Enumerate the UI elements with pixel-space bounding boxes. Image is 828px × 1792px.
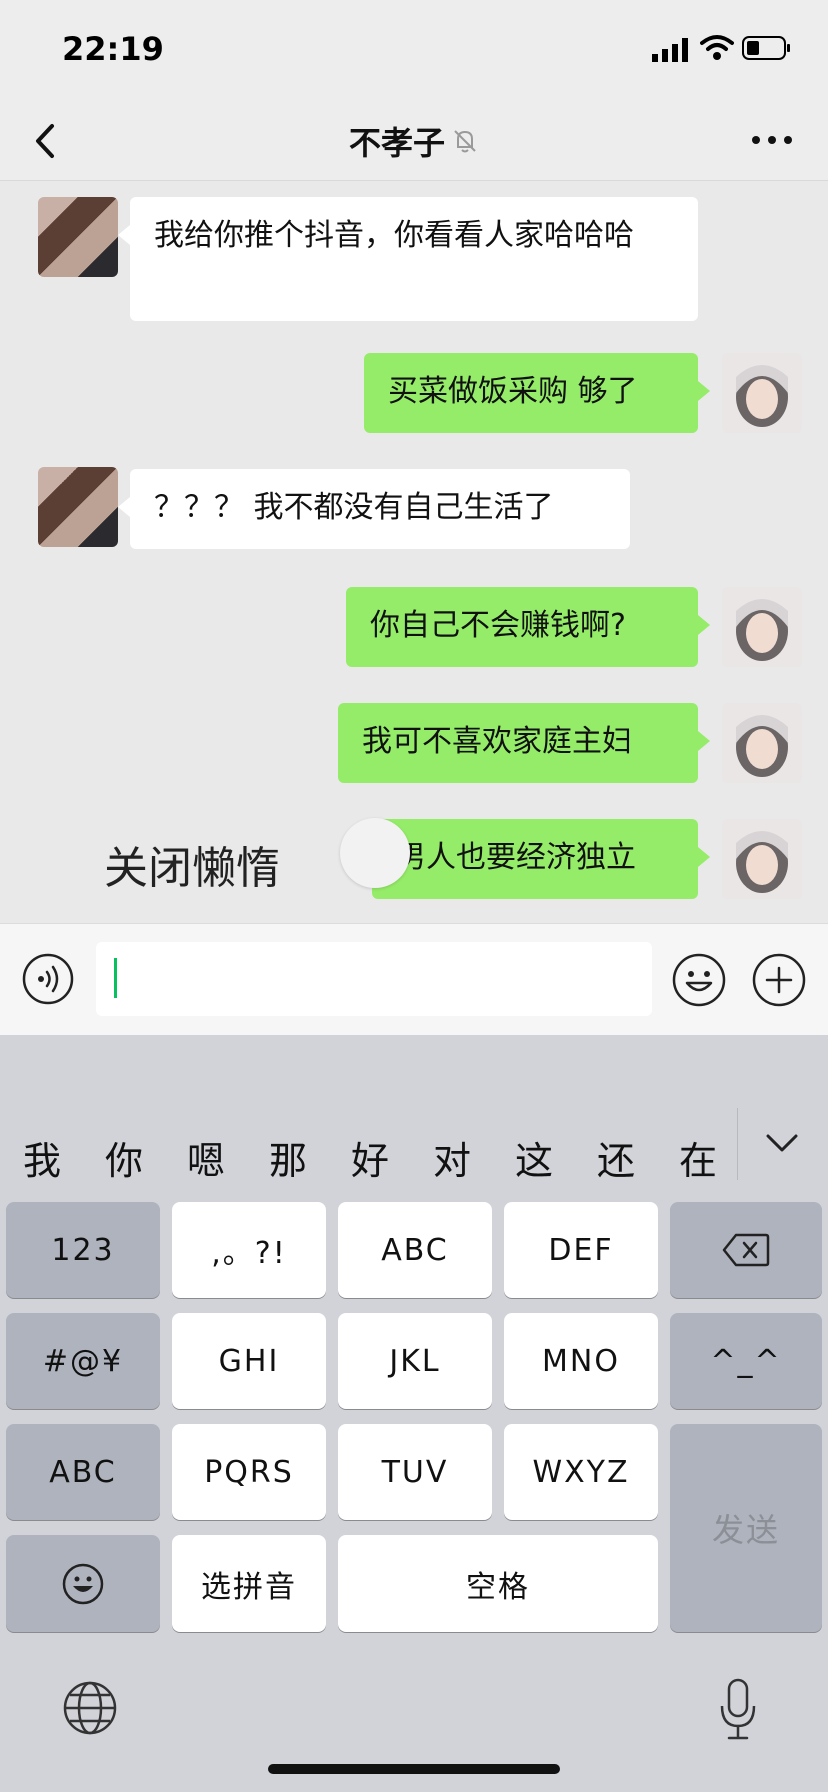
globe-icon[interactable] bbox=[62, 1680, 118, 1736]
key-abc-switch[interactable]: ABC bbox=[6, 1424, 160, 1520]
candidate-word[interactable]: 这 bbox=[504, 1130, 564, 1185]
key-abc[interactable]: ABC bbox=[338, 1202, 492, 1298]
key-backspace[interactable] bbox=[670, 1202, 822, 1298]
key-pqrs[interactable]: PQRS bbox=[172, 1424, 326, 1520]
wifi-icon bbox=[700, 35, 734, 60]
home-indicator bbox=[268, 1764, 560, 1774]
key-mno[interactable]: MNO bbox=[504, 1313, 658, 1409]
profile-photo-icon bbox=[722, 587, 802, 667]
my-avatar[interactable] bbox=[722, 353, 802, 433]
message-text: 男人也要经济独立 bbox=[396, 840, 636, 875]
message-text: 买菜做饭采购 够了 bbox=[388, 374, 638, 409]
chat-title-bar: 不孝子 bbox=[0, 118, 828, 164]
microphone-icon[interactable] bbox=[718, 1678, 758, 1742]
key-emoticon[interactable]: ^_^ bbox=[670, 1313, 822, 1409]
message-bubble-outgoing[interactable]: 你自己不会赚钱啊? bbox=[346, 587, 710, 667]
more-functions-plus-icon[interactable] bbox=[752, 953, 806, 1007]
my-avatar[interactable] bbox=[722, 587, 802, 667]
key-send[interactable]: 发送 bbox=[670, 1424, 822, 1632]
candidate-word[interactable]: 好 bbox=[340, 1130, 400, 1185]
chevron-down-icon[interactable] bbox=[762, 1128, 802, 1158]
cellular-signal-icon bbox=[652, 38, 688, 62]
candidate-word[interactable]: 在 bbox=[668, 1130, 728, 1185]
message-text: 你自己不会赚钱啊? bbox=[370, 608, 626, 643]
my-avatar[interactable] bbox=[722, 703, 802, 783]
contact-avatar[interactable] bbox=[38, 467, 118, 547]
candidate-word[interactable]: 还 bbox=[586, 1130, 646, 1185]
voice-input-icon[interactable] bbox=[22, 953, 74, 1005]
profile-photo-icon bbox=[722, 703, 802, 783]
chat-title: 不孝子 bbox=[348, 124, 445, 162]
profile-photo-icon bbox=[722, 819, 802, 899]
key-123[interactable]: 123 bbox=[6, 1202, 160, 1298]
key-tuv[interactable]: TUV bbox=[338, 1424, 492, 1520]
message-bubble-outgoing[interactable]: 我可不喜欢家庭主妇 bbox=[338, 703, 710, 783]
message-text: 我给你推个抖音，你看看人家哈哈哈 bbox=[154, 218, 634, 253]
candidate-word[interactable]: 你 bbox=[94, 1130, 154, 1185]
candidate-word[interactable]: 我 bbox=[12, 1130, 72, 1185]
candidate-word[interactable]: 嗯 bbox=[176, 1130, 236, 1185]
key-select-pinyin[interactable]: 选拼音 bbox=[172, 1535, 326, 1632]
message-bubble-outgoing[interactable]: 买菜做饭采购 够了 bbox=[364, 353, 710, 433]
message-bubble-outgoing[interactable]: 男人也要经济独立 bbox=[372, 819, 710, 899]
key-ghi[interactable]: GHI bbox=[172, 1313, 326, 1409]
key-wxyz[interactable]: WXYZ bbox=[504, 1424, 658, 1520]
battery-icon bbox=[742, 36, 790, 60]
lazy-mode-toggle[interactable] bbox=[340, 818, 410, 888]
message-bubble-incoming[interactable]: 我给你推个抖音，你看看人家哈哈哈 bbox=[118, 197, 698, 321]
message-input[interactable] bbox=[96, 942, 652, 1016]
key-jkl[interactable]: JKL bbox=[338, 1313, 492, 1409]
lazy-mode-label[interactable]: 关闭懒惰 bbox=[104, 832, 280, 896]
key-space[interactable]: 空格 bbox=[338, 1535, 658, 1632]
text-cursor bbox=[114, 958, 117, 998]
candidate-word[interactable]: 那 bbox=[258, 1130, 318, 1185]
status-time: 22:19 bbox=[62, 30, 164, 68]
key-symbols[interactable]: #@¥ bbox=[6, 1313, 160, 1409]
send-label: 发送 bbox=[711, 1511, 780, 1549]
my-avatar[interactable] bbox=[722, 819, 802, 899]
chat-message-list[interactable]: 我给你推个抖音，你看看人家哈哈哈 买菜做饭采购 够了 ？？？ 我不都没有自己生活… bbox=[0, 181, 828, 923]
candidate-word[interactable]: 对 bbox=[422, 1130, 482, 1185]
message-text: ？？？ 我不都没有自己生活了 bbox=[154, 490, 554, 525]
contact-avatar[interactable] bbox=[38, 197, 118, 277]
key-def[interactable]: DEF bbox=[504, 1202, 658, 1298]
key-punctuation[interactable]: ,。?! bbox=[172, 1202, 326, 1298]
profile-photo-icon bbox=[722, 353, 802, 433]
emoji-face-icon bbox=[62, 1563, 104, 1604]
emoji-icon[interactable] bbox=[672, 953, 726, 1007]
message-text: 我可不喜欢家庭主妇 bbox=[362, 724, 632, 759]
candidate-divider bbox=[737, 1108, 738, 1180]
key-emoji[interactable] bbox=[6, 1535, 160, 1632]
mute-bell-icon bbox=[454, 130, 476, 153]
backspace-icon bbox=[722, 1233, 770, 1267]
message-bubble-incoming[interactable]: ？？？ 我不都没有自己生活了 bbox=[118, 469, 630, 549]
more-options-icon[interactable] bbox=[750, 130, 794, 150]
